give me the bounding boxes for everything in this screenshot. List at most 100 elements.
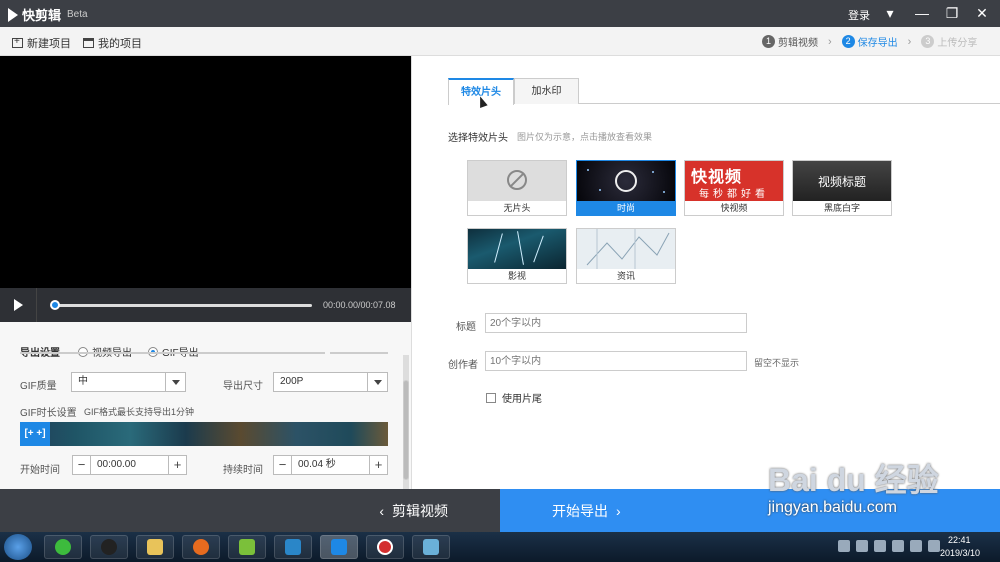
toolbar: 新建项目 我的项目 1 剪辑视频 › 2 保存导出 › 3 上传分享 [0, 27, 1000, 56]
tray-volume-icon[interactable] [910, 540, 922, 552]
gif-quality-select[interactable]: 中 [71, 372, 186, 392]
app-logo: 快剪辑 Beta [8, 5, 88, 24]
my-projects-button[interactable]: 我的项目 [83, 35, 142, 51]
scrollbar-thumb[interactable] [403, 380, 409, 480]
login-button[interactable]: 登录 [848, 7, 870, 23]
intro-preview [468, 229, 566, 269]
decrement-button[interactable]: − [274, 456, 292, 474]
tab-watermark[interactable]: 加水印 [514, 78, 579, 104]
gif-duration-label: GIF时长设置 [20, 408, 77, 419]
intro-option-label: 黑底白字 [793, 201, 891, 215]
settings-scrollbar[interactable] [403, 355, 409, 489]
title-label: 标题 [456, 322, 476, 333]
step-indicator: 1 剪辑视频 › 2 保存导出 › 3 上传分享 [762, 34, 977, 49]
taskbar-app-qq-icon[interactable] [90, 535, 128, 559]
divider [20, 352, 325, 354]
app-edition: Beta [67, 9, 88, 20]
intro-option-news[interactable]: 资讯 [576, 228, 676, 284]
new-project-label: 新建项目 [27, 38, 71, 50]
intro-preview [577, 161, 675, 201]
tray-signal-icon[interactable] [928, 540, 940, 552]
chevron-down-icon[interactable] [165, 373, 185, 391]
sparkle [663, 191, 665, 193]
use-ending-checkbox[interactable]: 使用片尾 [486, 390, 542, 405]
stepper-value[interactable]: 00.04 秒 [292, 456, 369, 474]
taskbar-app-other-icon[interactable] [412, 535, 450, 559]
start-button[interactable] [4, 534, 32, 560]
tray-keyboard-icon[interactable] [838, 540, 850, 552]
minimize-icon[interactable]: — [912, 4, 932, 22]
baidu-watermark: Bai du 经验 jingyan.baidu.com [768, 455, 968, 535]
seek-handle[interactable] [50, 300, 60, 310]
video-preview[interactable] [0, 56, 411, 288]
select-value: 中 [78, 376, 88, 387]
tray-app-icon[interactable] [874, 540, 886, 552]
checkbox-label: 使用片尾 [502, 394, 542, 405]
new-project-button[interactable]: 新建项目 [12, 35, 71, 51]
intro-option-film[interactable]: 影视 [467, 228, 567, 284]
taskbar-app-kuaijianji-icon[interactable] [320, 535, 358, 559]
export-size-select[interactable]: 200P [273, 372, 388, 392]
decrement-button[interactable]: − [73, 456, 91, 474]
intro-option-label: 影视 [468, 269, 566, 283]
gif-range-filmstrip[interactable]: [+ +] [20, 422, 388, 446]
preview-art-title: 快视频 [691, 169, 743, 186]
start-time-label: 开始时间 [20, 465, 60, 476]
lightning [494, 233, 503, 263]
step-label: 剪辑视频 [778, 38, 818, 49]
intro-option-none[interactable]: 无片头 [467, 160, 567, 216]
no-sign-icon [507, 170, 527, 190]
seek-bar[interactable] [54, 304, 312, 307]
tray-flag-icon[interactable] [856, 540, 868, 552]
clock-time: 22:41 [948, 535, 971, 545]
my-projects-label: 我的项目 [98, 38, 142, 50]
duration-stepper[interactable]: − 00.04 秒 + [273, 455, 388, 475]
clock-icon [615, 170, 637, 192]
preview-art-title: 视频标题 [817, 175, 866, 189]
taskbar-app-editor-icon[interactable] [228, 535, 266, 559]
logo-play-icon [8, 7, 18, 22]
close-icon[interactable]: ✕ [972, 4, 992, 22]
chevron-right-icon: › [907, 35, 912, 48]
range-handle[interactable]: [+ +] [20, 422, 50, 446]
play-icon[interactable] [14, 299, 23, 311]
app-name: 快剪辑 [22, 8, 62, 23]
author-input[interactable] [485, 351, 747, 371]
maximize-icon[interactable]: ❐ [942, 4, 962, 22]
increment-button[interactable]: + [369, 456, 387, 474]
taskbar-app-video-icon[interactable] [274, 535, 312, 559]
sparkle [587, 169, 589, 171]
increment-button[interactable]: + [168, 456, 186, 474]
back-to-edit-button[interactable]: ‹ 剪辑视频 [0, 489, 500, 532]
step-export[interactable]: 2 保存导出 [841, 34, 898, 49]
chevron-down-icon[interactable] [367, 373, 387, 391]
taskbar-app-record-icon[interactable] [366, 535, 404, 559]
step-edit[interactable]: 1 剪辑视频 [762, 34, 818, 49]
taskbar-app-explorer-icon[interactable] [136, 535, 174, 559]
select-value: 200P [280, 376, 304, 387]
start-time-stepper[interactable]: − 00:00.00 + [72, 455, 187, 475]
tray-network-icon[interactable] [892, 540, 904, 552]
news-line-art [586, 229, 670, 269]
export-label: 开始导出 [552, 502, 608, 519]
title-bar: 快剪辑 Beta 登录 ▾ — ❐ ✕ [0, 0, 1000, 27]
title-input[interactable] [485, 313, 747, 333]
menu-dropdown-icon[interactable]: ▾ [880, 4, 900, 22]
timecode: 00:00.00/00:07.08 [323, 300, 396, 310]
stepper-value[interactable]: 00:00.00 [91, 456, 168, 474]
new-project-icon [12, 36, 23, 48]
author-label: 创作者 [448, 360, 478, 371]
back-label: 剪辑视频 [392, 502, 448, 519]
duration-label: 持续时间 [223, 465, 263, 476]
divider [330, 352, 388, 354]
intro-option-kuai[interactable]: 快视频 每秒都好看 快视频 [684, 160, 784, 216]
intro-option-blackwhite[interactable]: 视频标题 黑底白字 [792, 160, 892, 216]
intro-preview [577, 229, 675, 269]
watermark-line1: Bai du 经验 [768, 462, 939, 498]
intro-option-fashion[interactable]: 时尚 [576, 160, 676, 216]
step-label: 上传分享 [937, 38, 978, 49]
taskbar-app-360-icon[interactable] [44, 535, 82, 559]
gif-quality-label: GIF质量 [20, 381, 57, 392]
taskbar-app-firefox-icon[interactable] [182, 535, 220, 559]
checkbox-box[interactable] [486, 392, 496, 403]
